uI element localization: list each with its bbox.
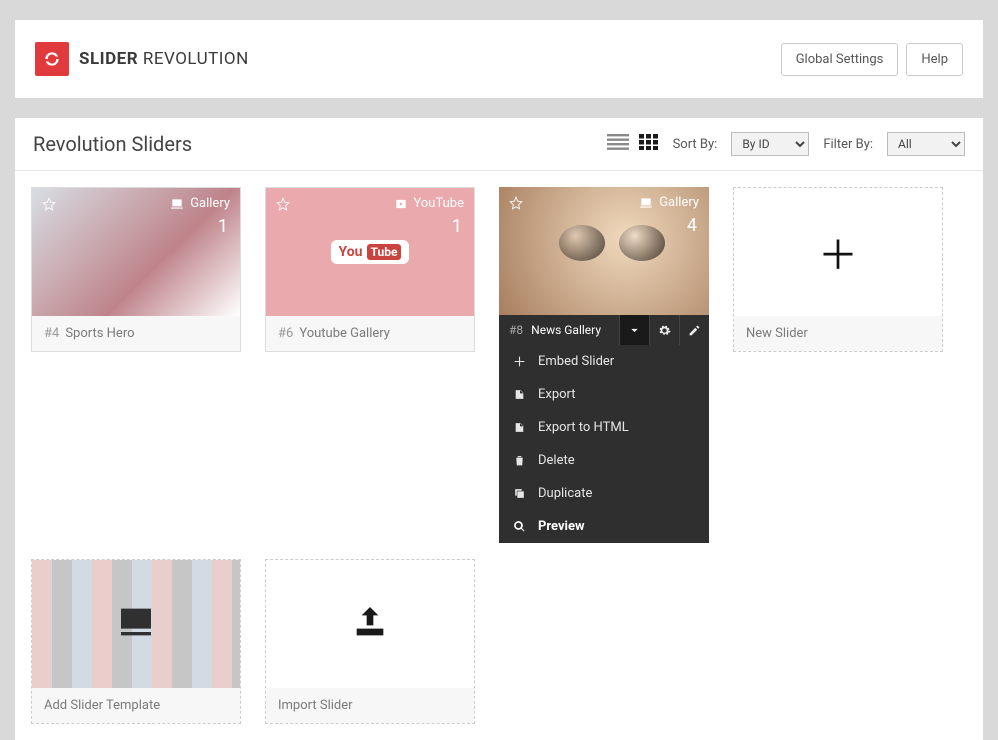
- slider-title-bar: #8News Gallery: [499, 315, 709, 345]
- brand: SLIDER REVOLUTION: [35, 42, 249, 76]
- sort-by-select[interactable]: By ID: [731, 132, 809, 156]
- slider-thumbnail: Gallery 4: [499, 187, 709, 315]
- import-slider-tile[interactable]: Import Slider: [265, 559, 475, 724]
- logo-icon: [35, 42, 69, 76]
- menu-export[interactable]: Export: [499, 378, 709, 411]
- tile-caption: Add Slider Template: [32, 688, 240, 723]
- menu-duplicate[interactable]: Duplicate: [499, 477, 709, 510]
- sort-by-label: Sort By:: [673, 137, 718, 152]
- slider-card[interactable]: Gallery 1 #4Sports Hero: [31, 187, 241, 352]
- slider-type: Gallery: [170, 196, 230, 211]
- tile-caption: Import Slider: [266, 688, 474, 723]
- help-button[interactable]: Help: [906, 43, 963, 76]
- chevron-down-icon[interactable]: [619, 315, 649, 345]
- sliders-panel: Revolution Sliders Sort By: By ID Filter…: [15, 118, 983, 740]
- add-template-tile[interactable]: Add Slider Template: [31, 559, 241, 724]
- template-upload-icon: [116, 602, 156, 646]
- list-view-icon[interactable]: [607, 134, 629, 154]
- slider-thumbnail: YouTube 1 YouTube: [266, 188, 474, 316]
- filter-by-select[interactable]: All: [887, 132, 965, 156]
- tile-caption: New Slider: [734, 316, 942, 351]
- slider-caption: #6Youtube Gallery: [266, 316, 474, 351]
- filter-by-label: Filter By:: [823, 137, 873, 152]
- star-icon[interactable]: [42, 196, 56, 215]
- slider-thumbnail: Gallery 1: [32, 188, 240, 316]
- brand-text: SLIDER REVOLUTION: [79, 49, 249, 69]
- slider-card-active[interactable]: Gallery 4 #8News Gallery Embed Slider Ex…: [499, 187, 709, 543]
- global-settings-button[interactable]: Global Settings: [781, 43, 899, 76]
- new-slider-tile[interactable]: ＋ New Slider: [733, 187, 943, 352]
- menu-embed[interactable]: Embed Slider: [499, 345, 709, 378]
- gear-icon[interactable]: [649, 315, 679, 345]
- youtube-logo: YouTube: [331, 240, 410, 264]
- grid-view-icon[interactable]: [639, 134, 659, 154]
- slider-caption: #4Sports Hero: [32, 316, 240, 351]
- pencil-icon[interactable]: [679, 315, 709, 345]
- menu-export-html[interactable]: Export to HTML: [499, 411, 709, 444]
- star-icon[interactable]: [276, 196, 290, 215]
- slide-count: 1: [218, 216, 228, 237]
- slider-type: YouTube: [394, 196, 465, 211]
- slider-card[interactable]: YouTube 1 YouTube #6Youtube Gallery: [265, 187, 475, 352]
- top-bar: SLIDER REVOLUTION Global Settings Help: [15, 20, 983, 98]
- plus-icon: ＋: [818, 223, 858, 281]
- menu-preview[interactable]: Preview: [499, 510, 709, 543]
- slider-actions-menu: Embed Slider Export Export to HTML Delet…: [499, 345, 709, 543]
- slide-count: 1: [452, 216, 462, 237]
- import-icon: [350, 602, 390, 646]
- panel-title: Revolution Sliders: [33, 132, 192, 156]
- menu-delete[interactable]: Delete: [499, 444, 709, 477]
